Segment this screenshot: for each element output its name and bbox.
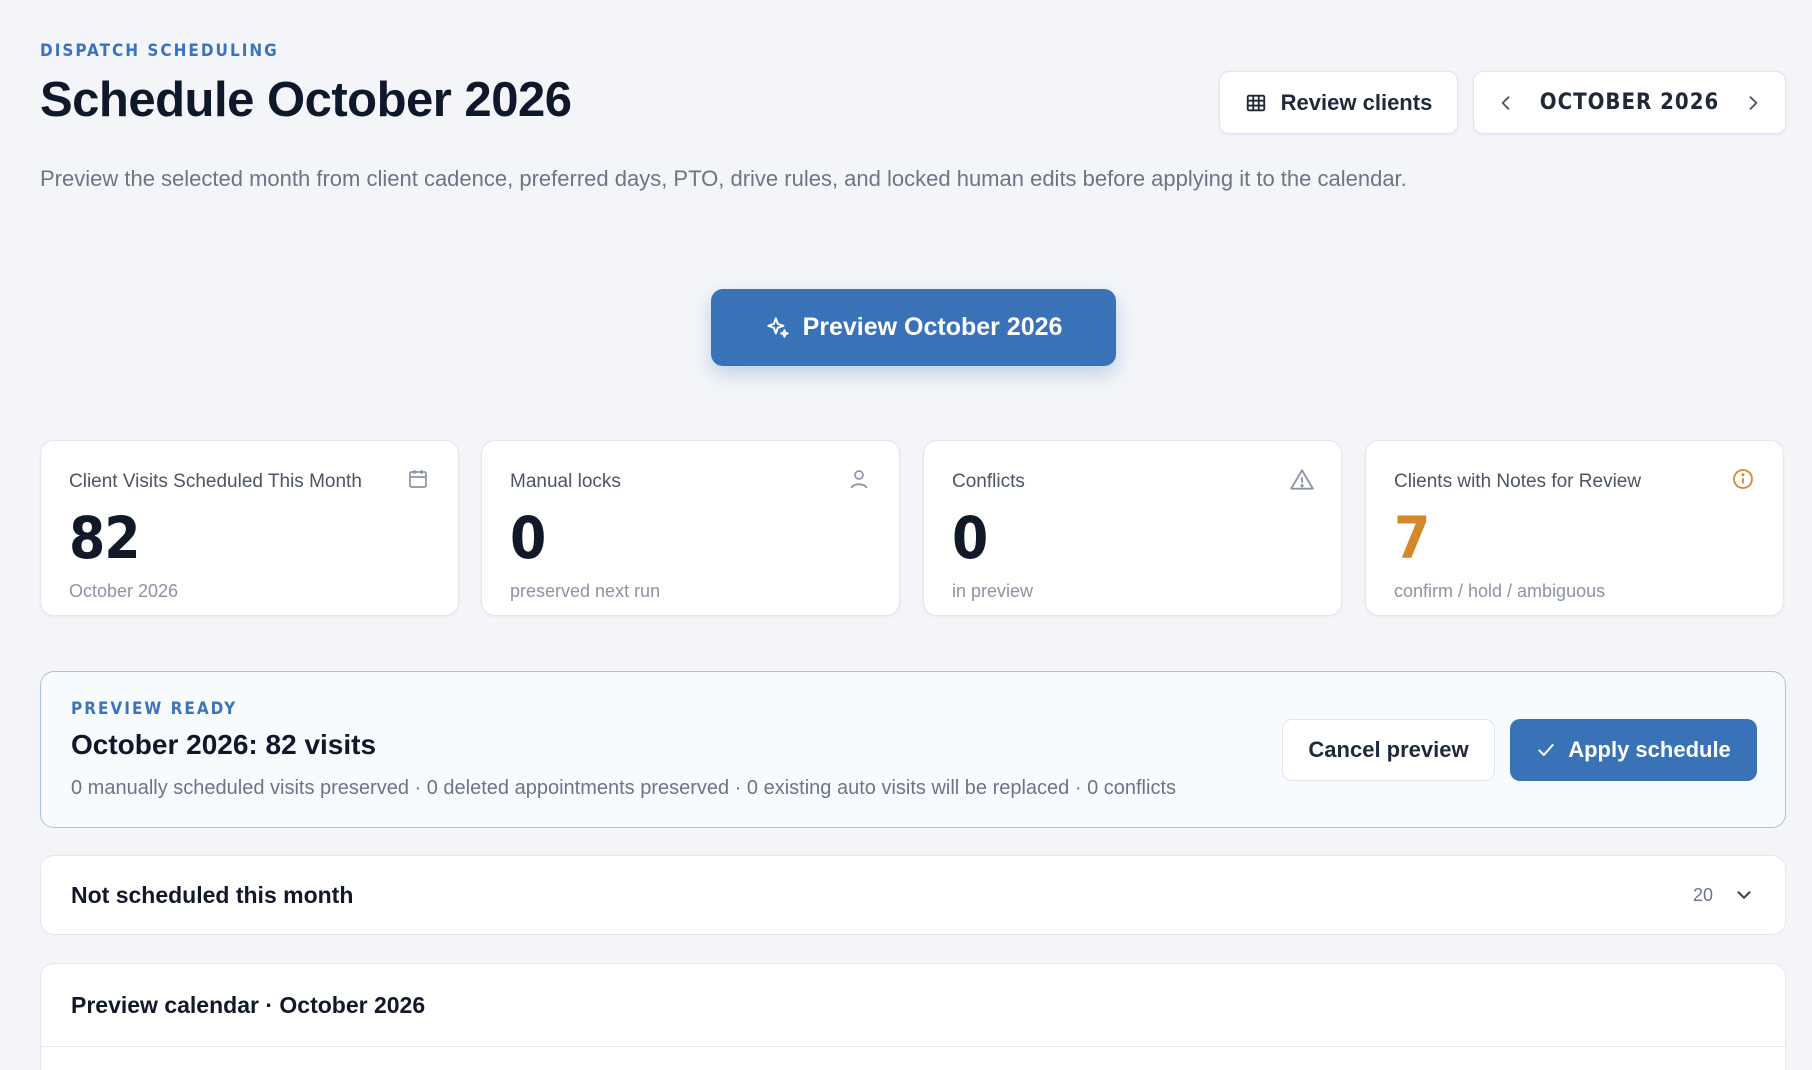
chevron-down-icon[interactable] (1733, 884, 1755, 906)
not-scheduled-count: 20 (1692, 884, 1713, 905)
calendar-icon (406, 467, 430, 491)
schedule-page: DISPATCH SCHEDULING Schedule October 202… (0, 0, 1812, 1070)
preview-ready-description: 0 manually scheduled visits preserved · … (71, 777, 1176, 799)
current-month-label: OCTOBER 2026 (1539, 90, 1720, 115)
month-navigator: OCTOBER 2026 (1473, 71, 1786, 134)
review-clients-button[interactable]: Review clients (1219, 71, 1458, 134)
not-scheduled-title: Not scheduled this month (71, 881, 354, 908)
stat-value: 0 (952, 504, 988, 572)
preview-calendar: Preview calendar · October 2026 (40, 963, 1786, 1070)
stat-card-conflicts: Conflicts 0 in preview (923, 440, 1342, 616)
stat-subtext: in preview (952, 581, 1034, 601)
info-icon (1731, 467, 1755, 491)
stat-value: 0 (510, 504, 546, 572)
stat-label: Manual locks (510, 471, 621, 492)
preview-ready-panel: PREVIEW READY October 2026: 82 visits 0 … (40, 671, 1786, 828)
page-title: Schedule October 2026 (40, 73, 572, 127)
table-icon (1245, 92, 1267, 114)
preview-ready-title: October 2026: 82 visits (71, 729, 377, 760)
chevron-right-icon[interactable] (1741, 91, 1765, 115)
stat-label: Client Visits Scheduled This Month (69, 471, 362, 492)
not-scheduled-section[interactable]: Not scheduled this month 20 (40, 855, 1786, 935)
chevron-left-icon[interactable] (1494, 91, 1518, 115)
preview-month-label: Preview October 2026 (802, 313, 1063, 341)
review-clients-label: Review clients (1280, 89, 1433, 115)
page-subtitle: Preview the selected month from client c… (40, 166, 1407, 191)
preview-month-button[interactable]: Preview October 2026 (711, 289, 1116, 366)
preview-calendar-title: Preview calendar · October 2026 (41, 964, 1785, 1047)
stat-card-visits: Client Visits Scheduled This Month 82 Oc… (40, 440, 459, 616)
preview-ready-tag: PREVIEW READY (71, 699, 238, 719)
stat-label: Conflicts (952, 471, 1025, 492)
stat-value: 7 (1394, 504, 1430, 572)
stat-card-manual-locks: Manual locks 0 preserved next run (481, 440, 900, 616)
stat-label: Clients with Notes for Review (1394, 471, 1642, 492)
stat-subtext: confirm / hold / ambiguous (1394, 581, 1606, 601)
check-icon (1536, 740, 1556, 760)
user-icon (847, 467, 871, 491)
warning-icon (1289, 467, 1314, 491)
sparkle-icon (765, 315, 791, 341)
cancel-preview-button[interactable]: Cancel preview (1282, 719, 1495, 781)
stat-subtext: October 2026 (69, 581, 179, 601)
page-eyebrow: DISPATCH SCHEDULING (40, 41, 279, 61)
apply-schedule-button[interactable]: Apply schedule (1510, 719, 1757, 781)
stat-subtext: preserved next run (510, 581, 661, 601)
apply-schedule-label: Apply schedule (1568, 737, 1731, 762)
stat-card-notes-review: Clients with Notes for Review 7 confirm … (1365, 440, 1784, 616)
stat-value: 82 (69, 504, 141, 572)
